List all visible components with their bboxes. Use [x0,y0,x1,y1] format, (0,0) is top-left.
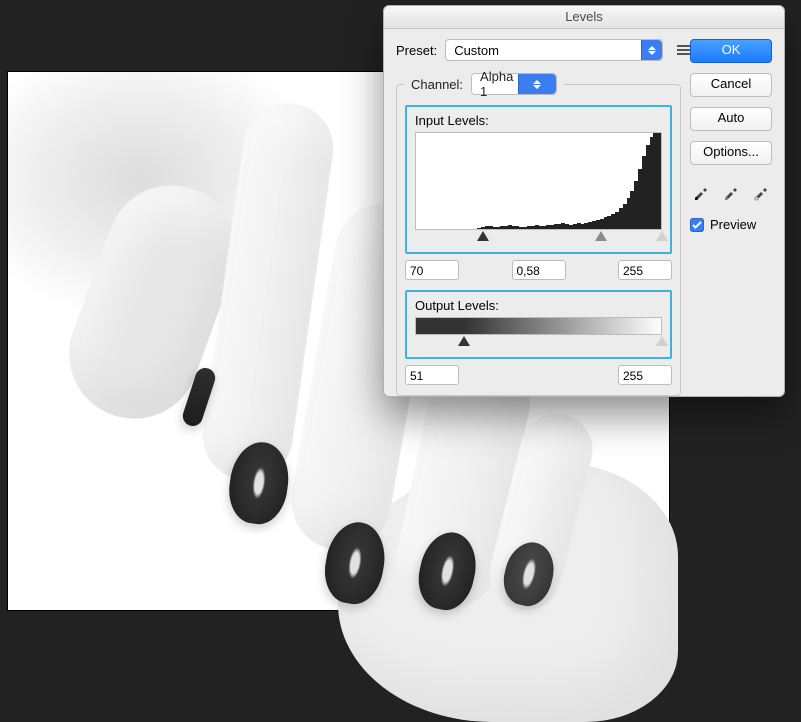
input-slider-track[interactable] [415,232,662,244]
dialog-body: Preset: Custom Channel: Alpha 1 [384,29,784,397]
preset-select[interactable]: Custom [445,39,663,61]
levels-section: Channel: Alpha 1 Input Levels: [396,73,681,396]
preset-value: Custom [454,43,641,58]
output-white-slider[interactable] [656,336,668,346]
eyedropper-row [690,181,772,203]
input-white-slider[interactable] [656,231,668,241]
stepper-icon [641,40,662,60]
dialog-right-column: OK Cancel Auto Options... Preview [690,39,772,232]
black-point-eyedropper-icon[interactable] [690,181,712,203]
channel-value: Alpha 1 [480,69,518,99]
output-black-slider[interactable] [458,336,470,346]
output-levels-panel: Output Levels: [405,290,672,359]
channel-select[interactable]: Alpha 1 [471,73,557,95]
gray-point-eyedropper-icon[interactable] [720,181,742,203]
input-levels-label: Input Levels: [415,113,662,128]
stepper-icon [518,74,557,94]
input-level-values: 70 0,58 255 [405,260,672,280]
input-gamma-slider[interactable] [595,231,607,241]
input-black-slider[interactable] [477,231,489,241]
input-gamma-field[interactable]: 0,58 [512,260,566,280]
output-gradient-clip [416,318,465,334]
output-black-field[interactable]: 51 [405,365,459,385]
cancel-button[interactable]: Cancel [690,73,772,97]
auto-button[interactable]: Auto [690,107,772,131]
white-point-eyedropper-icon[interactable] [750,181,772,203]
input-levels-panel: Input Levels: [405,105,672,254]
ok-button[interactable]: OK [690,39,772,63]
output-level-values: 51 255 [405,365,672,385]
input-white-field[interactable]: 255 [618,260,672,280]
histogram-chart[interactable] [415,132,662,230]
preview-label: Preview [710,217,756,232]
output-levels-label: Output Levels: [415,298,662,313]
preview-row: Preview [690,217,772,232]
output-white-field[interactable]: 255 [618,365,672,385]
preview-checkbox[interactable] [690,218,704,232]
channel-label: Channel: [411,77,463,92]
options-button[interactable]: Options... [690,141,772,165]
levels-dialog: Levels Preset: Custom Channel: Alpha 1 [383,5,785,397]
histogram-bars [416,133,661,229]
channel-legend: Channel: Alpha 1 [405,73,563,95]
output-gradient[interactable] [415,317,662,335]
dialog-title[interactable]: Levels [384,6,784,29]
input-black-field[interactable]: 70 [405,260,459,280]
preset-label: Preset: [396,43,437,58]
output-slider-track[interactable] [415,337,662,349]
